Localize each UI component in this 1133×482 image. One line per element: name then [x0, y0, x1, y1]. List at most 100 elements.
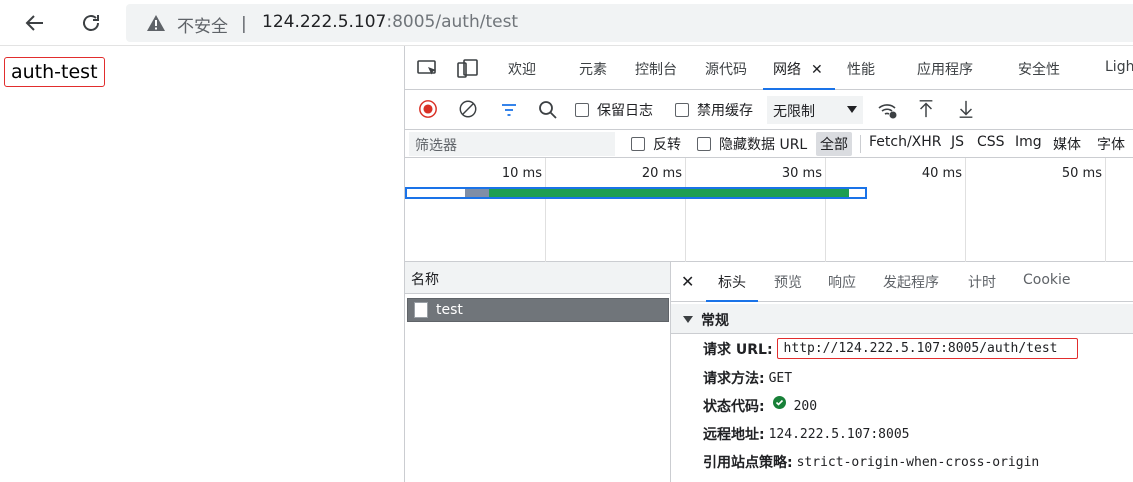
- disable-cache-checkbox[interactable]: [675, 103, 689, 117]
- url-host: 124.222.5.107: [262, 12, 387, 32]
- remote-address-key: 远程地址:: [703, 427, 765, 443]
- invert-checkbox[interactable]: [631, 137, 645, 151]
- network-overview-timeline[interactable]: 10 ms 20 ms 30 ms 40 ms 50 ms: [405, 158, 1133, 262]
- hide-data-urls-label: 隐藏数据 URL: [719, 137, 808, 153]
- search-icon[interactable]: [538, 100, 558, 120]
- clear-icon[interactable]: [457, 99, 479, 119]
- network-toolbar: 保留日志 禁用缓存 无限制: [405, 90, 1133, 130]
- filter-icon[interactable]: [499, 100, 519, 120]
- network-filter-bar: 筛选器 反转 隐藏数据 URL 全部 Fetch/XHR JS CSS Img …: [405, 130, 1133, 158]
- tab-lighthouse[interactable]: Ligh: [1105, 59, 1133, 75]
- tick-label-50ms: 50 ms: [1061, 166, 1102, 181]
- tab-elements[interactable]: 元素: [579, 59, 607, 79]
- reload-icon: [83, 15, 99, 31]
- tab-performance[interactable]: 性能: [847, 59, 875, 79]
- preserve-log-toggle[interactable]: 保留日志: [575, 100, 653, 120]
- disable-cache-toggle[interactable]: 禁用缓存: [675, 100, 753, 120]
- tab-sources[interactable]: 源代码: [705, 59, 747, 79]
- tick-gridline: [965, 158, 966, 262]
- tab-cookies[interactable]: Cookie: [1023, 272, 1071, 288]
- type-filter-js[interactable]: JS: [947, 132, 968, 156]
- type-filter-fetch-xhr[interactable]: Fetch/XHR: [865, 132, 946, 156]
- tab-security[interactable]: 安全性: [1018, 59, 1060, 79]
- throttling-select[interactable]: 无限制: [767, 96, 863, 124]
- status-code-key: 状态代码:: [703, 399, 765, 415]
- request-name: test: [436, 302, 463, 318]
- status-code-value[interactable]: 200: [794, 399, 817, 414]
- type-filter-all[interactable]: 全部: [816, 132, 852, 156]
- type-filter-font[interactable]: 字体: [1093, 132, 1129, 156]
- warning-icon[interactable]: [146, 13, 166, 33]
- tick-label-40ms: 40 ms: [921, 166, 962, 181]
- general-section-header[interactable]: 常规: [671, 304, 1133, 334]
- tab-preview[interactable]: 预览: [774, 272, 802, 292]
- tab-welcome[interactable]: 欢迎: [508, 59, 536, 79]
- arrow-left-icon: [25, 15, 43, 31]
- throttling-value: 无限制: [773, 104, 815, 120]
- type-filter-css[interactable]: CSS: [973, 132, 1009, 156]
- filter-input[interactable]: 筛选器: [409, 132, 615, 156]
- hide-data-urls-checkbox[interactable]: [697, 137, 711, 151]
- inspect-element-icon[interactable]: [417, 59, 439, 79]
- disable-cache-label: 禁用缓存: [697, 103, 753, 119]
- browser-toolbar: 不安全 | 124.222.5.107:8005/auth/test: [0, 0, 1133, 46]
- tab-response[interactable]: 响应: [828, 272, 856, 292]
- document-icon: [414, 302, 428, 318]
- close-detail-icon[interactable]: ✕: [681, 272, 694, 291]
- back-button[interactable]: [20, 8, 50, 38]
- record-icon[interactable]: [417, 99, 439, 119]
- request-method-value[interactable]: GET: [769, 371, 792, 386]
- tick-gridline: [545, 158, 546, 262]
- tab-console[interactable]: 控制台: [635, 59, 677, 79]
- invert-toggle[interactable]: 反转: [631, 134, 681, 154]
- tick-gridline: [685, 158, 686, 262]
- tab-initiator[interactable]: 发起程序: [883, 272, 939, 292]
- export-download-icon[interactable]: [957, 99, 975, 119]
- devtools-tab-bar: 欢迎 元素 控制台 源代码 网络 ✕ 性能 应用程序 安全性 Ligh: [405, 46, 1133, 90]
- device-toolbar-icon[interactable]: [457, 59, 479, 79]
- detail-tab-bar: ✕ 标头 预览 响应 发起程序 计时 Cookie: [671, 262, 1133, 302]
- close-tab-icon[interactable]: ✕: [811, 62, 823, 78]
- expand-triangle-icon: [683, 316, 693, 323]
- address-bar[interactable]: 不安全 | 124.222.5.107:8005/auth/test: [126, 4, 1133, 42]
- waterfall-receiving: [489, 189, 849, 197]
- waterfall-waiting: [465, 189, 489, 197]
- import-upload-icon[interactable]: [917, 99, 935, 119]
- type-filter-media[interactable]: 媒体: [1049, 132, 1085, 156]
- security-label[interactable]: 不安全: [177, 12, 228, 37]
- tab-headers[interactable]: 标头: [706, 264, 758, 302]
- address-separator: |: [241, 14, 247, 34]
- request-url-key: 请求 URL:: [703, 341, 773, 358]
- caret-down-icon: [847, 106, 857, 113]
- tick-label-20ms: 20 ms: [641, 166, 682, 181]
- referrer-policy-key: 引用站点策略:: [703, 455, 793, 471]
- type-filter-divider: [860, 135, 861, 153]
- request-url-value[interactable]: http://124.222.5.107:8005/auth/test: [776, 338, 1079, 359]
- request-url-row: 请求 URL: http://124.222.5.107:8005/auth/t…: [703, 338, 1079, 359]
- remote-address-row: 远程地址: 124.222.5.107:8005: [703, 424, 910, 444]
- tab-network-label: 网络: [773, 62, 801, 78]
- invert-label: 反转: [653, 137, 681, 153]
- preserve-log-checkbox[interactable]: [575, 103, 589, 117]
- request-list-header[interactable]: 名称: [405, 262, 670, 294]
- request-method-key: 请求方法:: [703, 371, 765, 387]
- tick-gridline: [1105, 158, 1106, 262]
- request-row[interactable]: test: [407, 298, 669, 322]
- type-filter-img[interactable]: Img: [1011, 132, 1046, 156]
- status-ok-icon: [772, 395, 786, 409]
- tick-label-30ms: 30 ms: [781, 166, 822, 181]
- status-code-row: 状态代码: 200: [703, 395, 817, 416]
- reload-button[interactable]: [76, 8, 106, 38]
- network-conditions-icon[interactable]: [877, 100, 899, 120]
- tab-timing[interactable]: 计时: [968, 272, 996, 292]
- url-text[interactable]: 124.222.5.107:8005/auth/test: [262, 12, 518, 32]
- hide-data-urls-toggle[interactable]: 隐藏数据 URL: [697, 134, 807, 154]
- remote-address-value[interactable]: 124.222.5.107:8005: [769, 427, 910, 442]
- preserve-log-label: 保留日志: [597, 103, 653, 119]
- tab-network[interactable]: 网络 ✕: [763, 50, 835, 90]
- request-method-row: 请求方法: GET: [703, 368, 792, 388]
- page-body-text: auth-test: [4, 57, 105, 87]
- referrer-policy-value[interactable]: strict-origin-when-cross-origin: [797, 455, 1040, 470]
- general-section-title: 常规: [701, 313, 729, 329]
- tab-application[interactable]: 应用程序: [917, 59, 973, 79]
